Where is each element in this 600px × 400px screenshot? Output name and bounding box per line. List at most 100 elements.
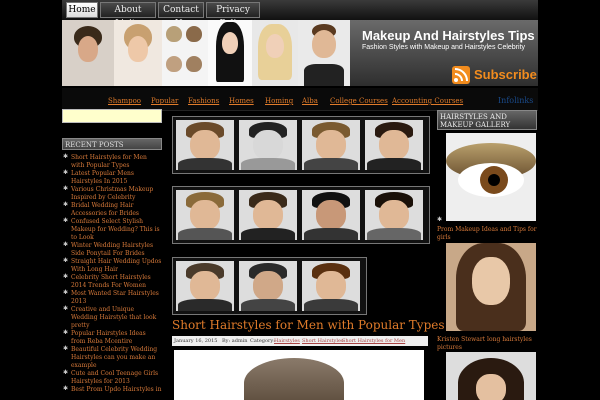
recent-post-link[interactable]: ✱ Creative and Unique Wedding Hairstyle t… — [62, 306, 162, 330]
gallery-image-eye-makeup[interactable] — [446, 133, 536, 221]
recent-post-link[interactable]: ✱ Latest Popular Mens Hairstyles In 2015 — [62, 170, 162, 186]
recent-post-link[interactable]: ✱ Cute and Cool Teenage Girls Hairstyles … — [62, 370, 162, 386]
star-icon: ✱ — [63, 385, 69, 392]
star-icon: ✱ — [63, 345, 69, 352]
thumbnail-row — [172, 257, 367, 315]
recent-post-title: Latest Popular Mens Hairstyles In 2015 — [71, 170, 134, 185]
star-icon: ✱ — [63, 169, 69, 176]
star-icon: ✱ — [63, 329, 69, 336]
subscribe-button[interactable]: Subscribe — [452, 66, 537, 84]
nav-home[interactable]: Home — [66, 2, 98, 18]
cat-college-courses[interactable]: College Courses — [330, 97, 388, 105]
thumbnail[interactable] — [239, 120, 297, 170]
site-title[interactable]: Makeup And Hairstyles Tips — [362, 28, 535, 43]
star-icon: ✱ — [63, 369, 69, 376]
recent-post-link[interactable]: ✱ Straight Hair Wedding Updos With Long H… — [62, 258, 162, 274]
thumbnail[interactable] — [365, 190, 423, 240]
star-icon: ✱ — [63, 273, 69, 280]
header-photo-strip — [62, 20, 350, 86]
post-title[interactable]: Short Hairstyles for Men with Popular Ty… — [172, 318, 445, 332]
recent-post-title: Beautiful Celebrity Wedding Hairstyles c… — [71, 346, 158, 369]
recent-post-title: Bridal Wedding Hair Accessories for Brid… — [71, 202, 139, 217]
star-icon: ✱ — [63, 241, 69, 248]
thumbnail[interactable] — [239, 261, 297, 311]
star-icon: ✱ — [63, 153, 69, 160]
recent-post-link[interactable]: ✱ Short Hairstyles for Men with Popular T… — [62, 154, 162, 170]
thumbnail-row — [172, 186, 430, 244]
post-tag-link[interactable]: Short Hairstyles — [302, 338, 344, 344]
cat-homes[interactable]: Homes — [229, 97, 254, 105]
recent-post-title: Celebrity Short Hairstyles 2014 Trends F… — [71, 274, 151, 289]
nav-contact[interactable]: Contact Us — [158, 2, 204, 29]
site-header: Makeup And Hairstyles Tips Fashion Style… — [62, 20, 538, 86]
header-photo — [252, 20, 298, 86]
rss-icon — [452, 66, 470, 84]
star-icon: ✱ — [437, 216, 443, 223]
thumbnail[interactable] — [176, 120, 234, 170]
recent-post-link[interactable]: ✱ Popular Hairstyles Ideas from Reba Mcen… — [62, 330, 162, 346]
gallery-caption-prom-makeup[interactable]: Prom Makeup Ideas and Tips for girls — [437, 226, 537, 242]
thumbnail[interactable] — [302, 261, 360, 311]
recent-post-title: Most Wanted Star Hairstyles 2013 — [71, 290, 159, 305]
cat-popular[interactable]: Popular — [151, 97, 178, 105]
post-tag-link[interactable]: Short Hairstyles for Men — [342, 338, 405, 344]
post-author: By: admin — [222, 338, 248, 344]
recent-post-link[interactable]: ✱ Celebrity Short Hairstyles 2014 Trends … — [62, 274, 162, 290]
header-photo — [114, 20, 162, 86]
site-tagline: Fashion Styles with Makeup and Hairstyle… — [362, 44, 526, 51]
recent-posts-heading: RECENT POSTS — [62, 138, 162, 150]
recent-post-link[interactable]: ✱ Winter Wedding Hairstyles Side Ponytail… — [62, 242, 162, 258]
nav-about[interactable]: About Livita — [100, 2, 156, 29]
thumbnail[interactable] — [302, 120, 360, 170]
subscribe-label: Subscribe — [474, 67, 537, 82]
search-input[interactable] — [62, 109, 162, 123]
thumbnail[interactable] — [302, 190, 360, 240]
infolinks-link[interactable]: Infolinks — [498, 96, 533, 105]
star-icon: ✱ — [63, 305, 69, 312]
cat-shampoo[interactable]: Shampoo — [108, 97, 141, 105]
header-photo — [162, 20, 208, 86]
cat-alba[interactable]: Alba — [302, 97, 318, 105]
recent-post-title: Short Hairstyles for Men with Popular Ty… — [71, 154, 147, 169]
gallery-caption[interactable]: ✱ — [437, 216, 537, 224]
post-meta: January 16, 2015 By: admin Category: Hai… — [172, 336, 428, 346]
cat-accounting-courses[interactable]: Accounting Courses — [392, 97, 463, 105]
thumbnail[interactable] — [176, 190, 234, 240]
recent-post-link[interactable]: ✱ Various Christmas Makeup Inspired by Ce… — [62, 186, 162, 202]
recent-post-link[interactable]: ✱ Beautiful Celebrity Wedding Hairstyles … — [62, 346, 162, 370]
star-icon: ✱ — [63, 185, 69, 192]
page: Home About Livita Contact Us Privacy Pol… — [0, 0, 600, 400]
recent-post-link[interactable]: ✱ Bridal Wedding Hair Accessories for Bri… — [62, 202, 162, 218]
thumbnail[interactable] — [239, 190, 297, 240]
recent-post-title: Various Christmas Makeup Inspired by Cel… — [71, 186, 154, 201]
star-icon: ✱ — [63, 257, 69, 264]
recent-post-title: Winter Wedding Hairstyles Side Ponytail … — [71, 242, 154, 257]
star-icon: ✱ — [63, 289, 69, 296]
star-icon: ✱ — [63, 217, 69, 224]
post-date: January 16, 2015 — [174, 338, 218, 344]
thumbnail-row — [172, 116, 430, 174]
category-navigation: Shampoo Popular Fashions Homes Homing Al… — [62, 88, 538, 111]
recent-post-link[interactable]: ✱ Best Prom Updo Hairstyles in — [62, 386, 162, 400]
gallery-heading: HAIRSTYLES AND MAKEUP GALLERY — [437, 110, 537, 130]
header-photo — [208, 20, 252, 86]
recent-post-link[interactable]: ✱ Confused Select Stylish Makeup for Wedd… — [62, 218, 162, 242]
star-icon: ✱ — [63, 201, 69, 208]
recent-posts-list: ✱ Short Hairstyles for Men with Popular T… — [62, 154, 162, 400]
cat-homing[interactable]: Homing — [265, 97, 293, 105]
recent-post-link[interactable]: ✱ Most Wanted Star Hairstyles 2013 — [62, 290, 162, 306]
recent-post-title: Confused Select Stylish Makeup for Weddi… — [71, 218, 160, 241]
top-navigation: Home About Livita Contact Us Privacy Pol… — [62, 0, 538, 29]
header-photo — [298, 20, 350, 86]
gallery-caption-kristen[interactable]: Kristen Stewart long hairstyles pictures — [437, 336, 537, 352]
gallery-image[interactable] — [446, 352, 536, 400]
post-tag-link[interactable]: Hairstyles — [274, 338, 300, 344]
recent-post-title: Straight Hair Wedding Updos With Long Ha… — [71, 258, 162, 273]
recent-post-title: Creative and Unique Wedding Hairstyle th… — [71, 306, 157, 329]
nav-privacy[interactable]: Privacy Policy — [206, 2, 260, 29]
recent-post-title: Cute and Cool Teenage Girls Hairstyles f… — [71, 370, 159, 385]
thumbnail[interactable] — [365, 120, 423, 170]
thumbnail[interactable] — [176, 261, 234, 311]
cat-fashions[interactable]: Fashions — [188, 97, 219, 105]
gallery-image-kristen[interactable] — [446, 243, 536, 331]
